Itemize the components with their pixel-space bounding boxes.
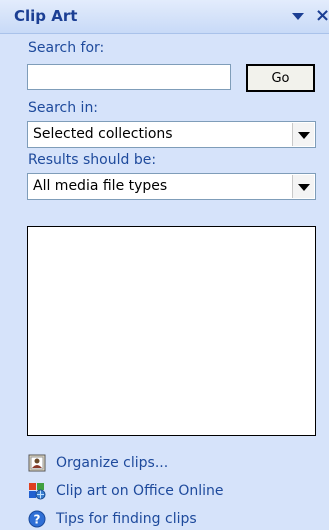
search-in-selected: Selected collections bbox=[33, 126, 173, 142]
chevron-down-icon[interactable] bbox=[292, 175, 314, 198]
task-pane-titlebar: Clip Art × bbox=[0, 0, 329, 34]
search-in-label: Search in: bbox=[28, 100, 99, 116]
tips-label[interactable]: Tips for finding clips bbox=[56, 511, 197, 527]
svg-text:?: ? bbox=[34, 513, 41, 527]
organize-clips-link[interactable]: Organize clips... bbox=[28, 452, 168, 474]
chevron-down-icon[interactable] bbox=[292, 123, 314, 146]
clip-art-task-pane: Clip Art × Search for: Go Search in: Sel… bbox=[0, 0, 329, 530]
results-area[interactable] bbox=[27, 226, 316, 436]
organize-clips-icon bbox=[28, 454, 46, 472]
organize-clips-label[interactable]: Organize clips... bbox=[56, 455, 168, 471]
go-button[interactable]: Go bbox=[246, 64, 315, 92]
search-in-dropdown[interactable]: Selected collections bbox=[27, 121, 316, 148]
search-input[interactable] bbox=[27, 64, 231, 90]
help-icon: ? bbox=[28, 510, 46, 528]
office-online-icon bbox=[28, 482, 46, 500]
task-pane-menu-icon[interactable] bbox=[292, 13, 304, 20]
office-online-link[interactable]: Clip art on Office Online bbox=[28, 480, 224, 502]
results-should-be-label: Results should be: bbox=[28, 152, 157, 168]
tips-link[interactable]: ? Tips for finding clips bbox=[28, 508, 197, 530]
task-pane-title: Clip Art bbox=[14, 7, 78, 25]
results-type-selected: All media file types bbox=[33, 178, 168, 194]
search-for-label: Search for: bbox=[28, 40, 105, 56]
close-icon[interactable]: × bbox=[315, 6, 329, 26]
office-online-label[interactable]: Clip art on Office Online bbox=[56, 483, 224, 499]
results-type-dropdown[interactable]: All media file types bbox=[27, 173, 316, 200]
